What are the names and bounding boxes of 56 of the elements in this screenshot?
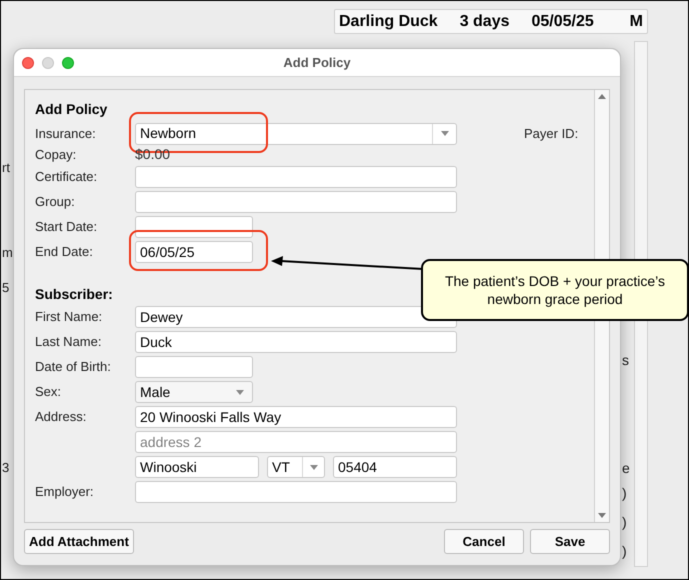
dropdown-field[interactable]: Newborn	[135, 122, 457, 144]
scroll-up-icon[interactable]	[598, 94, 606, 99]
cancel-button[interactable]: Cancel	[444, 529, 524, 554]
text-field[interactable]: 05404	[333, 456, 457, 478]
caret-icon	[236, 390, 244, 394]
field-label: Copay:	[35, 147, 76, 162]
field-label: Start Date:	[35, 219, 98, 234]
background-text: rt	[2, 159, 10, 177]
patient-age: 3 days	[460, 12, 510, 32]
state-dropdown[interactable]: VT	[267, 456, 325, 478]
text-field[interactable]: Duck	[135, 331, 457, 353]
maximize-button[interactable]	[62, 57, 74, 69]
background-text: s	[622, 351, 629, 370]
background-text: )	[622, 484, 627, 503]
patient-sex: M	[630, 12, 643, 32]
field-label: Last Name:	[35, 334, 102, 350]
payer-id-label: Payer ID:	[524, 124, 578, 143]
text-field[interactable]	[135, 191, 457, 213]
callout: The patient’s DOB + your practice’s newborn grace period	[421, 259, 688, 321]
text-field[interactable]	[135, 356, 253, 378]
background-text: e	[622, 459, 630, 478]
save-button[interactable]: Save	[530, 529, 610, 554]
text-field[interactable]	[135, 166, 457, 188]
field-label: End Date:	[35, 244, 93, 260]
text-field[interactable]: 06/05/25	[135, 241, 253, 263]
background-text: )	[622, 542, 627, 561]
section-heading: Subscriber:	[35, 285, 113, 304]
text-field[interactable]: 20 Winooski Falls Way	[135, 406, 457, 428]
field-label: Certificate:	[35, 169, 98, 184]
field-label: Date of Birth:	[35, 359, 111, 374]
window-title: Add Policy	[283, 54, 351, 72]
field-label: Address:	[35, 409, 86, 424]
text-field[interactable]	[135, 216, 253, 238]
text-field[interactable]	[135, 481, 457, 503]
dropdown-field[interactable]: Male	[135, 381, 253, 403]
patient-date: 05/05/25	[532, 12, 594, 32]
field-label: Sex:	[35, 384, 62, 400]
field-label: Employer:	[35, 484, 94, 500]
background-text: m	[2, 244, 13, 262]
section-heading: Add Policy	[35, 100, 108, 119]
text-field[interactable]: address 2	[135, 431, 457, 453]
background-text: 3	[2, 459, 10, 477]
caret-icon	[310, 464, 318, 470]
field-label: Group:	[35, 194, 75, 210]
scroll-down-icon[interactable]	[598, 513, 606, 518]
background-text: )	[622, 513, 627, 532]
patient-name: Darling Duck	[339, 12, 438, 32]
minimize-button[interactable]	[42, 57, 54, 69]
field-label: Insurance:	[35, 126, 96, 141]
add-attachment-button[interactable]: Add Attachment	[24, 529, 134, 554]
text-field[interactable]: Winooski	[135, 456, 259, 478]
field-label: First Name:	[35, 309, 102, 324]
close-button[interactable]	[22, 57, 34, 69]
caret-icon	[440, 131, 448, 136]
text-field[interactable]: Dewey	[135, 306, 457, 328]
background-text: 5	[2, 279, 10, 297]
